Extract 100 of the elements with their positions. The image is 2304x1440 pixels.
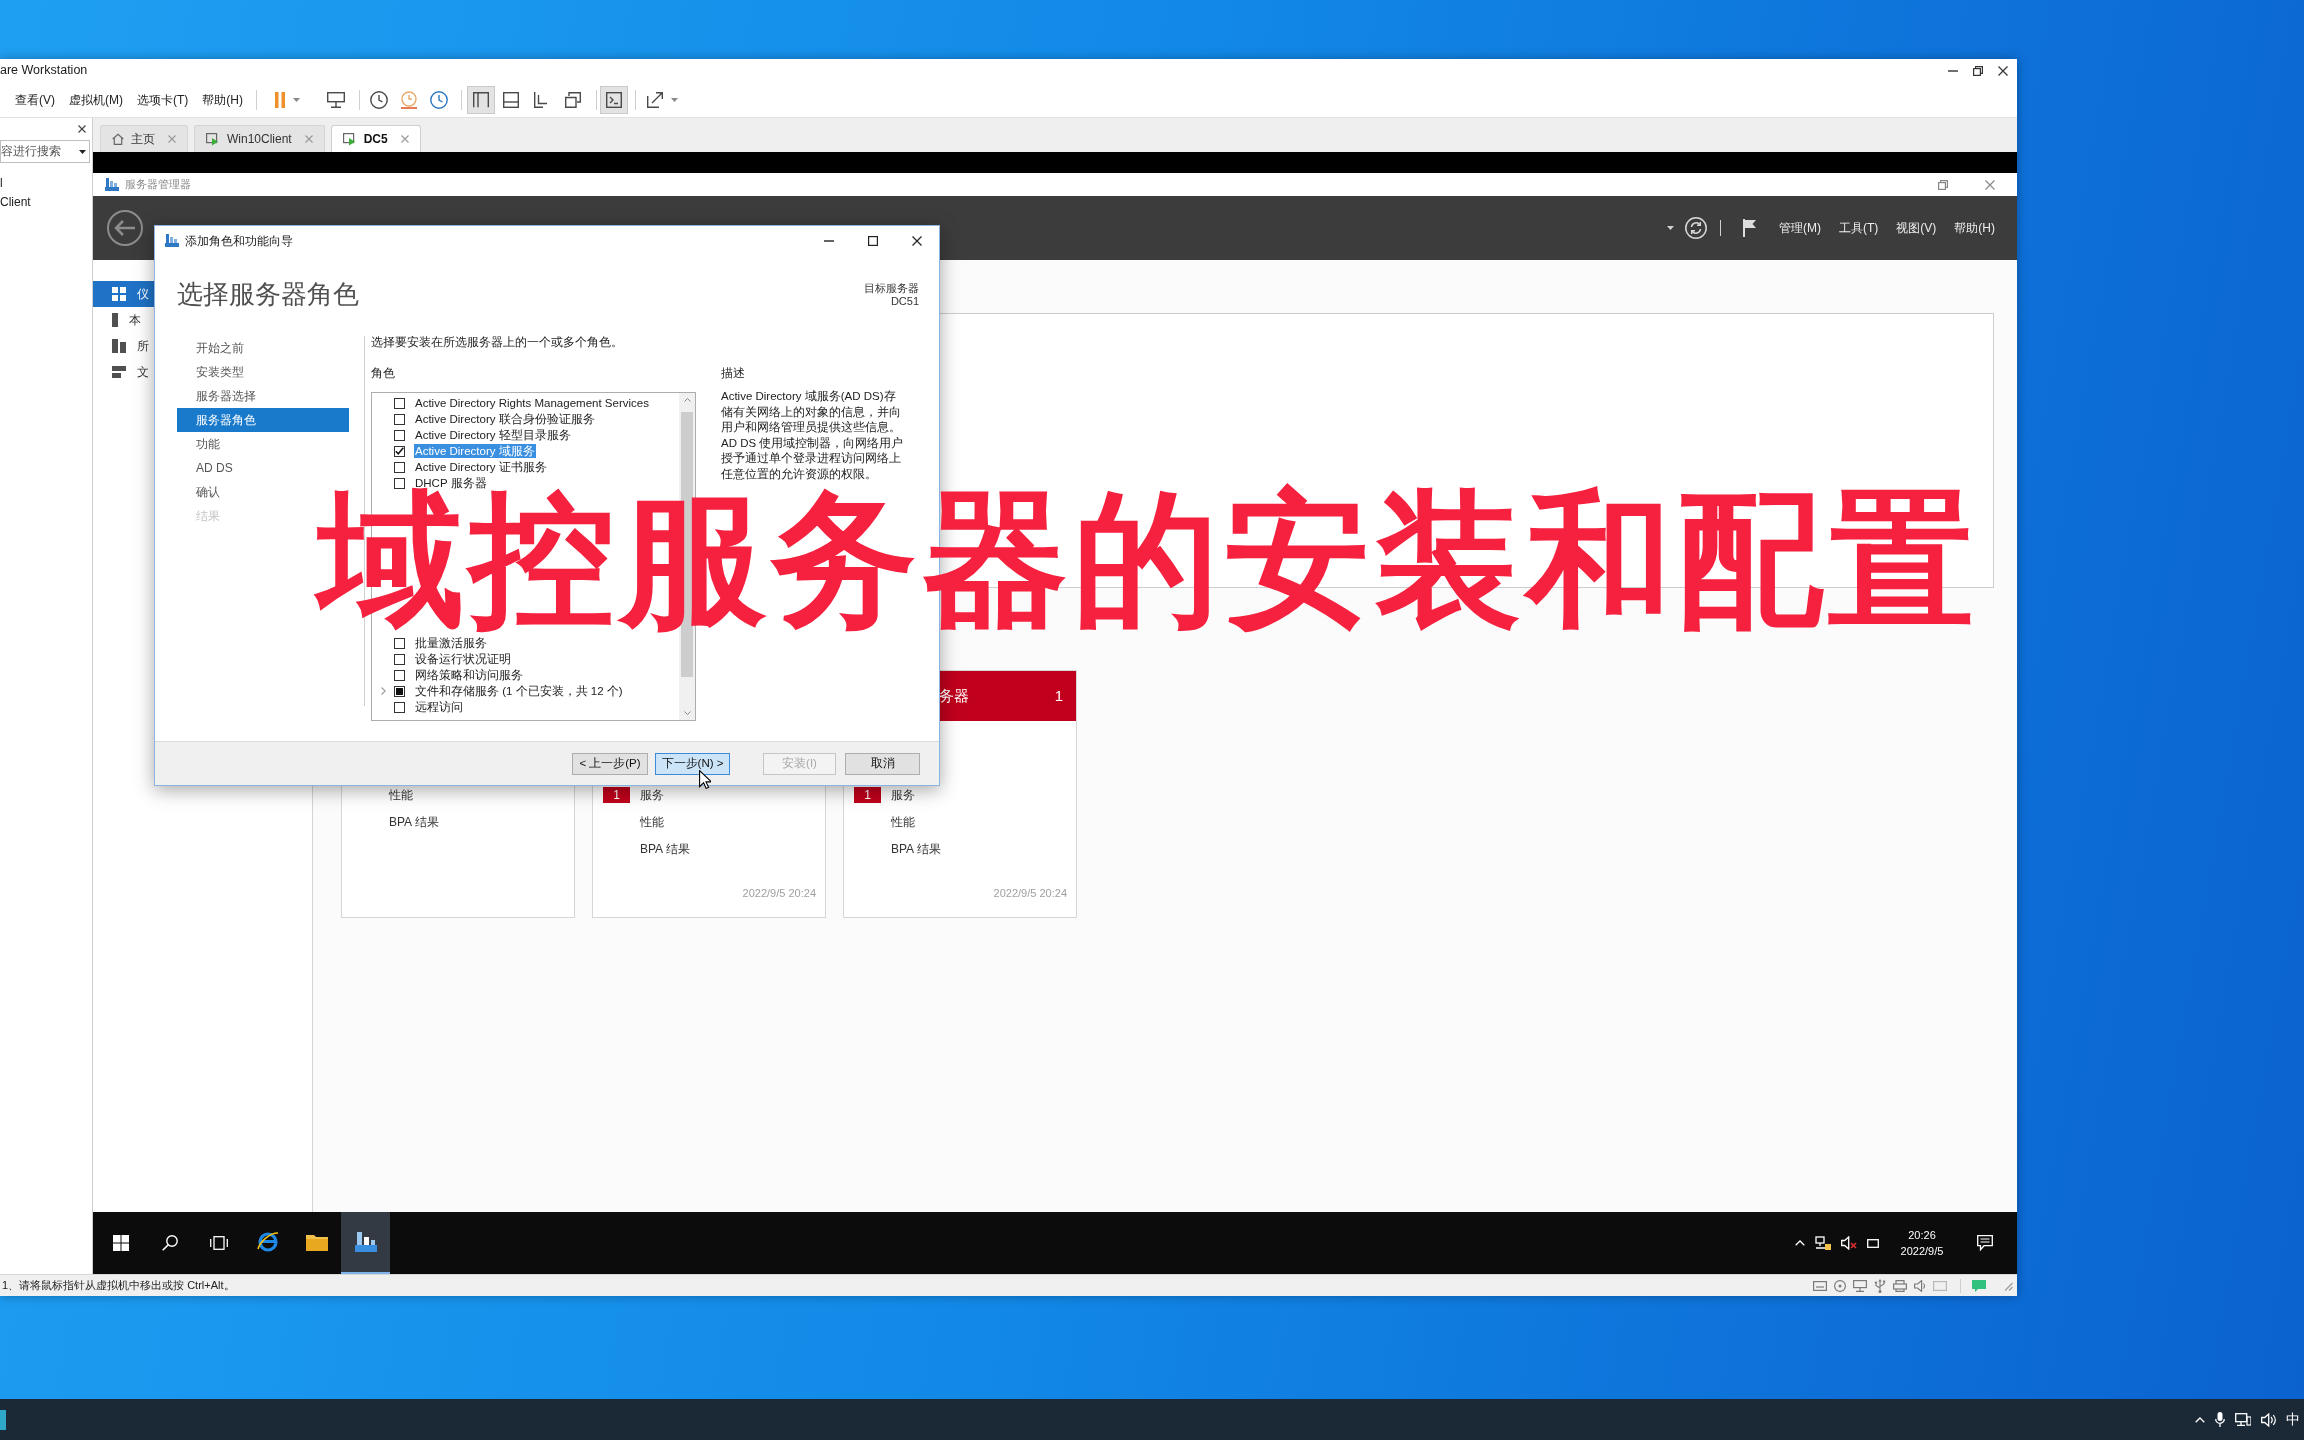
wizard-heading: 选择服务器角色 bbox=[177, 279, 359, 309]
list-item[interactable]: 设备运行状况证明 bbox=[414, 652, 512, 666]
caret-icon bbox=[670, 97, 678, 102]
target-label: 目标服务器 bbox=[864, 282, 919, 295]
close-icon[interactable] bbox=[912, 235, 922, 246]
toolbar-button[interactable] bbox=[600, 85, 628, 114]
checkbox[interactable] bbox=[394, 413, 405, 425]
tile-link[interactable]: 性能 bbox=[891, 814, 915, 829]
list-item[interactable]: 远程访问 bbox=[414, 700, 464, 714]
nav-item[interactable]: 文 bbox=[93, 359, 154, 385]
taskbar-app[interactable] bbox=[341, 1212, 390, 1274]
usb-icon bbox=[1874, 1278, 1886, 1293]
alert-count: 1 bbox=[603, 786, 630, 803]
caret-icon bbox=[79, 149, 86, 154]
nav-item[interactable]: 本 bbox=[93, 307, 154, 333]
tree-item[interactable]: l bbox=[0, 174, 3, 193]
dialog-button[interactable]: 下一步(N) > bbox=[655, 752, 730, 775]
app-icon[interactable] bbox=[0, 1409, 6, 1430]
speaker-icon[interactable] bbox=[1841, 1236, 1857, 1250]
app-icon bbox=[165, 234, 179, 247]
timestamp: 2022/9/5 20:24 bbox=[993, 885, 1067, 901]
wizard-step[interactable]: 功能 bbox=[177, 432, 224, 456]
list-item[interactable]: Active Directory Rights Management Services bbox=[414, 396, 650, 410]
monitor-icon bbox=[327, 91, 345, 108]
back-icon[interactable] bbox=[107, 210, 143, 246]
checkbox[interactable] bbox=[394, 445, 405, 457]
wizard-step[interactable]: 开始之前 bbox=[177, 336, 248, 360]
speaker-icon[interactable] bbox=[2261, 1412, 2276, 1427]
tree-item[interactable]: Client bbox=[0, 193, 31, 212]
tile-link[interactable]: BPA 结果 bbox=[640, 841, 690, 856]
list-item[interactable]: Active Directory 轻型目录服务 bbox=[414, 428, 572, 442]
tab[interactable]: 主页 bbox=[100, 125, 188, 152]
tile-link[interactable]: BPA 结果 bbox=[891, 841, 941, 856]
network-icon[interactable] bbox=[1815, 1236, 1831, 1250]
minimize-icon[interactable] bbox=[1948, 69, 1958, 72]
tile-link[interactable]: 服务 bbox=[640, 787, 664, 802]
wizard-step[interactable]: 安装类型 bbox=[177, 360, 248, 384]
menu-item[interactable]: 查看(V) bbox=[15, 90, 55, 109]
close-icon[interactable] bbox=[78, 125, 86, 133]
flag-icon[interactable] bbox=[1743, 219, 1757, 237]
nav-item[interactable]: 所 bbox=[93, 333, 154, 359]
menu-item[interactable]: 工具(T) bbox=[1839, 219, 1879, 237]
checkbox[interactable] bbox=[394, 701, 405, 713]
grid-icon bbox=[112, 287, 126, 301]
list-item[interactable]: 文件和存储服务 (1 个已安装，共 12 个) bbox=[414, 684, 624, 698]
maximize-icon[interactable] bbox=[868, 235, 878, 246]
tile-link[interactable]: 性能 bbox=[640, 814, 664, 829]
checkbox[interactable] bbox=[394, 637, 405, 649]
list-item[interactable]: Active Directory 证书服务 bbox=[414, 460, 548, 474]
dialog-button[interactable]: 取消 bbox=[845, 752, 920, 775]
checkbox[interactable] bbox=[394, 461, 405, 473]
menu-item[interactable]: 虚拟机(M) bbox=[69, 90, 123, 109]
menu-item[interactable]: 帮助(H) bbox=[202, 90, 243, 109]
list-item[interactable]: 网络策略和访问服务 bbox=[414, 668, 524, 682]
search-field[interactable]: 容进行搜索 bbox=[0, 140, 90, 163]
checkbox[interactable] bbox=[394, 685, 405, 697]
close-icon[interactable] bbox=[1998, 65, 2008, 76]
tile-link[interactable]: 性能 bbox=[389, 787, 413, 802]
wizard-step[interactable]: 确认 bbox=[177, 480, 224, 504]
checkbox[interactable] bbox=[394, 397, 405, 409]
message-icon bbox=[1972, 1279, 1986, 1292]
notification-icon[interactable] bbox=[1977, 1235, 1993, 1251]
wizard-step[interactable]: 服务器选择 bbox=[177, 384, 260, 408]
refresh-icon[interactable] bbox=[1685, 217, 1707, 239]
microphone-icon[interactable] bbox=[2215, 1412, 2225, 1427]
restore-icon[interactable] bbox=[1973, 65, 1983, 76]
menu-item[interactable]: 视图(V) bbox=[1896, 219, 1937, 237]
nav-item[interactable]: 仪 bbox=[93, 281, 154, 307]
chevron-down-icon[interactable] bbox=[683, 711, 691, 715]
minimize-icon[interactable] bbox=[824, 239, 834, 242]
clock-icon bbox=[430, 90, 448, 109]
tile-link[interactable]: BPA 结果 bbox=[389, 814, 439, 829]
tab[interactable]: Win10Client bbox=[194, 125, 325, 152]
chevron-right-icon[interactable] bbox=[381, 687, 386, 695]
list-item[interactable]: Active Directory 联合身份验证服务 bbox=[414, 412, 596, 426]
clock-date: 2022/9/5 bbox=[1900, 1244, 1944, 1259]
checkbox[interactable] bbox=[394, 477, 405, 489]
clock-time: 20:26 bbox=[1908, 1228, 1936, 1243]
checkbox[interactable] bbox=[394, 669, 405, 681]
monitor-play-icon bbox=[206, 132, 220, 146]
monitor-play-icon bbox=[342, 132, 357, 146]
ime-indicator[interactable]: 中 bbox=[2286, 1409, 2300, 1430]
network-icon[interactable] bbox=[2235, 1412, 2251, 1427]
wizard-step[interactable]: 服务器角色 bbox=[177, 408, 349, 432]
window-icon bbox=[565, 91, 581, 108]
tab[interactable]: DC5 bbox=[330, 125, 421, 152]
checkbox[interactable] bbox=[394, 653, 405, 665]
corners-icon bbox=[534, 91, 550, 108]
menu-item[interactable]: 帮助(H) bbox=[1954, 219, 1995, 237]
toolbar-button[interactable] bbox=[467, 85, 495, 114]
menu-item[interactable]: 管理(M) bbox=[1779, 219, 1821, 237]
dialog-button[interactable]: < 上一步(P) bbox=[572, 752, 648, 775]
menu-item[interactable]: 选项卡(T) bbox=[137, 90, 189, 109]
window-title: 添加角色和功能向导 bbox=[185, 232, 293, 250]
list-item[interactable]: 批量激活服务 bbox=[414, 636, 488, 650]
screen-icon[interactable] bbox=[1867, 1238, 1879, 1248]
checkbox[interactable] bbox=[394, 429, 405, 441]
network-icon bbox=[1853, 1279, 1867, 1292]
tile-link[interactable]: 服务 bbox=[891, 787, 915, 802]
wizard-step[interactable]: AD DS bbox=[177, 456, 237, 480]
